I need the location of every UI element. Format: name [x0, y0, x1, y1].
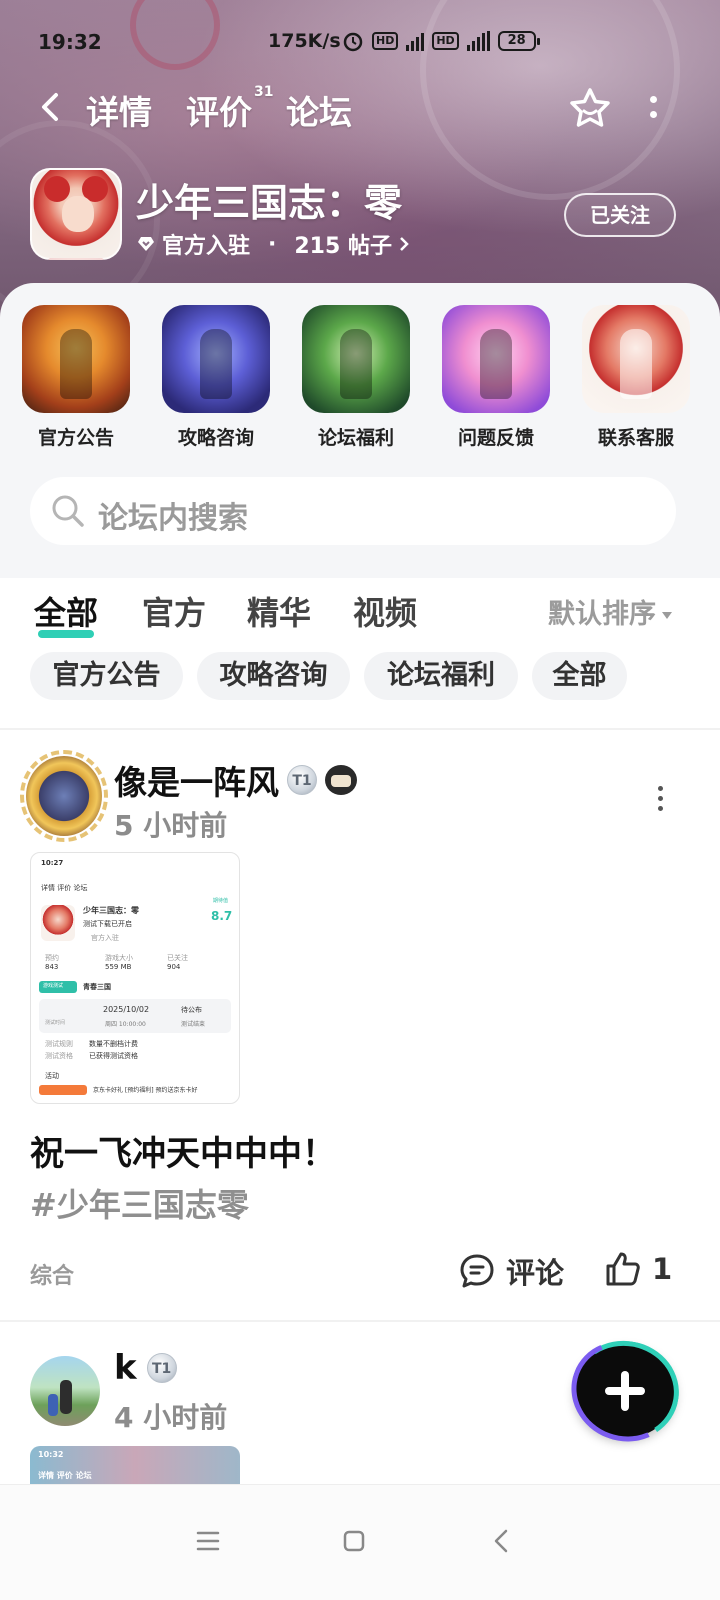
favorite-star-icon[interactable]: [568, 86, 612, 130]
alarm-icon: [343, 32, 363, 52]
mini-promo-tag: [39, 1085, 87, 1095]
sort-dropdown[interactable]: 默认排序: [548, 592, 672, 631]
net-speed: 175K/s: [268, 30, 341, 52]
verified-diamond-icon: [138, 237, 154, 251]
back-arrow-icon[interactable]: [36, 92, 66, 122]
chip-all[interactable]: 全部: [532, 652, 627, 700]
tab-reviews[interactable]: 评价31: [186, 84, 274, 134]
shortcut-forum-benefits[interactable]: 论坛福利: [296, 305, 416, 450]
level-badge-icon: T1: [146, 1353, 177, 1383]
chevron-right-icon: [400, 237, 409, 251]
search-icon: [52, 495, 84, 527]
post-image[interactable]: 10:32 详情 评价 论坛: [30, 1446, 240, 1484]
shortcut-guides[interactable]: 攻略咨询: [156, 305, 276, 450]
forum-search-input[interactable]: 论坛内搜索: [30, 477, 676, 545]
category-chips: 官方公告 攻略咨询 论坛福利 全部: [0, 648, 720, 730]
meta-separator: ·: [268, 231, 277, 257]
shortcut-thumbnail: [582, 305, 690, 413]
tab-details[interactable]: 详情: [86, 86, 152, 134]
post-time: 4 小时前: [114, 1401, 228, 1434]
signal-icon: [406, 31, 425, 51]
mini-app-icon: [41, 905, 75, 941]
reviews-count: 31: [254, 84, 274, 100]
plus-icon: [621, 1371, 629, 1411]
system-nav-bar: [0, 1484, 720, 1600]
status-bar: 19:32 175K/s HD HD 28: [0, 24, 720, 60]
avatar[interactable]: [20, 750, 108, 842]
more-options-icon[interactable]: [646, 92, 660, 124]
filter-tabs: 全部 官方 精华 视频 默认排序: [0, 578, 720, 648]
shortcut-official-notice[interactable]: 官方公告: [16, 305, 136, 450]
signal-icon: [466, 31, 490, 51]
battery-icon: 28: [497, 31, 540, 51]
post-more-icon[interactable]: [656, 786, 664, 816]
caret-down-icon: [662, 612, 672, 619]
status-icons: HD HD 28: [342, 30, 540, 52]
chip-official-notice[interactable]: 官方公告: [30, 652, 183, 700]
filter-tab-featured[interactable]: 精华: [247, 588, 311, 634]
top-nav: 详情 评价31 论坛: [0, 80, 720, 140]
post-count[interactable]: 215 帖子: [294, 228, 392, 260]
post-image[interactable]: 10:27 详情 评价 论坛 少年三国志：零 测试下载已开启 官方入驻 期待值 …: [30, 852, 240, 1104]
post-hashtag[interactable]: #少年三国志零: [30, 1180, 249, 1226]
follow-button[interactable]: 已关注: [564, 193, 676, 237]
game-app-icon: [30, 168, 122, 260]
post-author[interactable]: k T1: [114, 1348, 177, 1388]
create-post-button[interactable]: [557, 1325, 693, 1457]
shortcut-thumbnail: [162, 305, 270, 413]
shortcut-feedback[interactable]: 问题反馈: [436, 305, 556, 450]
shortcut-row: 官方公告 攻略咨询 论坛福利 问题反馈 联系客服: [0, 305, 720, 455]
post-card[interactable]: 像是一阵风 T1 5 小时前 10:27 详情 评价 论坛 少年三国志：零 测试…: [0, 732, 720, 1322]
game-meta: 官方入驻 · 215 帖子: [136, 228, 410, 260]
post-title[interactable]: 祝一飞冲天中中中！: [30, 1126, 336, 1175]
comment-button[interactable]: 评论: [458, 1250, 564, 1292]
like-button[interactable]: 1: [604, 1250, 672, 1288]
thumbs-up-icon: [606, 1252, 640, 1286]
post-category: 综合: [30, 1264, 75, 1289]
shortcut-thumbnail: [22, 305, 130, 413]
tab-forum[interactable]: 论坛: [280, 86, 358, 134]
filter-tab-official[interactable]: 官方: [142, 588, 206, 634]
user-badge-icon: [325, 765, 357, 795]
chip-forum-benefits[interactable]: 论坛福利: [364, 652, 518, 700]
home-icon[interactable]: [334, 1521, 374, 1561]
hd-icon: HD: [432, 32, 459, 50]
shortcut-customer-service[interactable]: 联系客服: [576, 305, 696, 450]
filter-tab-video[interactable]: 视频: [353, 588, 417, 634]
level-badge-icon: T1: [287, 765, 317, 795]
chip-guides[interactable]: 攻略咨询: [197, 652, 350, 700]
shortcut-panel: 官方公告 攻略咨询 论坛福利 问题反馈 联系客服 论坛内搜索: [0, 283, 720, 578]
post-time: 5 小时前: [114, 809, 228, 842]
system-back-icon[interactable]: [482, 1521, 522, 1561]
filter-tab-all[interactable]: 全部: [34, 588, 98, 638]
recent-apps-icon[interactable]: [188, 1521, 228, 1561]
game-title: 少年三国志：零: [136, 181, 403, 225]
shortcut-thumbnail: [442, 305, 550, 413]
status-time: 19:32: [38, 30, 102, 54]
shortcut-thumbnail: [302, 305, 410, 413]
search-placeholder: 论坛内搜索: [98, 501, 248, 536]
official-label: 官方入驻: [162, 234, 251, 259]
comment-icon: [460, 1254, 494, 1288]
avatar[interactable]: [30, 1356, 100, 1426]
hd-icon: HD: [372, 32, 399, 50]
post-author[interactable]: 像是一阵风 T1: [114, 756, 357, 804]
